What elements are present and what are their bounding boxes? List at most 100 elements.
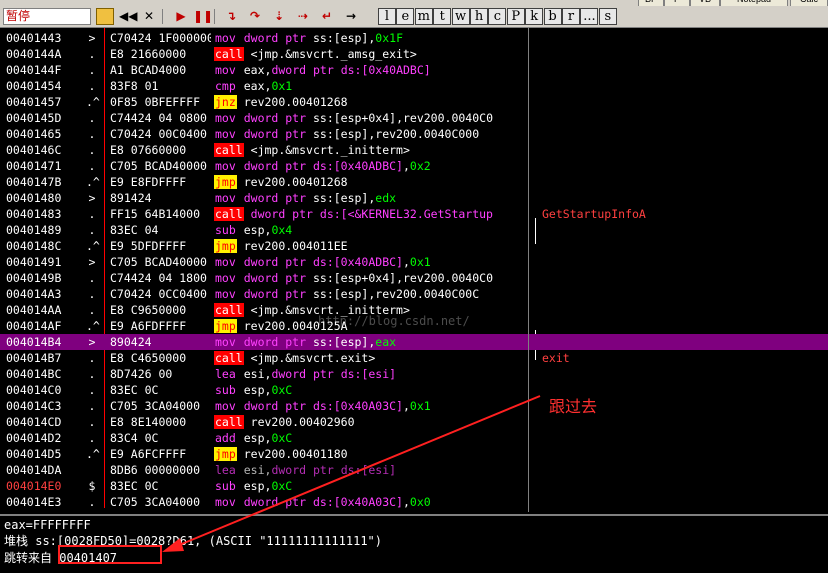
- hex-bytes-cell: C70424 1F000000: [110, 31, 211, 45]
- operand: esp: [243, 479, 265, 493]
- step-into-icon[interactable]: ↴: [222, 8, 240, 25]
- disasm-row[interactable]: 0040144F. A1 BCAD4000 mov eax,dword ptr ds…: [0, 62, 828, 78]
- toolbar-letter-button[interactable]: t: [433, 8, 452, 25]
- execute-till-return-icon[interactable]: ↵: [318, 8, 336, 25]
- operand: dword ptr: [243, 111, 313, 125]
- operand: esp: [243, 431, 265, 445]
- operand: 0xC: [271, 479, 293, 493]
- disassembly-cell: lea esi,dword ptr ds:[esi]: [214, 462, 527, 478]
- toolbar-letter-button[interactable]: s: [598, 8, 617, 25]
- disasm-row[interactable]: 0040149B. C74424 04 1800 mov dword ptr ss:…: [0, 270, 828, 286]
- toolbar-letter-button[interactable]: c: [488, 8, 507, 25]
- disasm-row[interactable]: 004014D5 .^ E9 A6FCFFFF jmp rev200.00401180: [0, 446, 828, 462]
- disasm-row[interactable]: 004014D2. 83C4 0C add esp,0xC: [0, 430, 828, 446]
- address-cell: 004014B4: [6, 335, 62, 349]
- disassembly-cell: jmp rev200.0040125A: [214, 318, 527, 334]
- open-folder-icon[interactable]: [96, 8, 114, 25]
- toolbar-letter-button[interactable]: ...: [580, 8, 599, 25]
- operand: ,rev200.0040C000: [368, 127, 480, 141]
- mnemonic: mov: [215, 191, 236, 205]
- mnemonic: call: [214, 351, 244, 365]
- toolbar-letter-button[interactable]: r: [562, 8, 580, 25]
- disasm-row[interactable]: 004014B7. E8 C4650000 call <jmp.&msvcrt.ex…: [0, 350, 828, 366]
- trace-over-icon[interactable]: ⇢: [294, 8, 312, 25]
- disasm-row[interactable]: 004014E3. C705 3CA04000 mov dword ptr ds:[…: [0, 494, 828, 510]
- rewind-icon[interactable]: ◀◀: [118, 8, 137, 25]
- mnemonic: mov: [215, 127, 236, 141]
- operand: 0x1: [271, 79, 293, 93]
- close-icon[interactable]: ✕: [140, 8, 158, 25]
- operand: dword ptr: [243, 31, 313, 45]
- toolbar-letter-button[interactable]: h: [470, 8, 488, 25]
- column-divider[interactable]: [528, 28, 529, 512]
- disassembly-cell: mov eax,dword ptr ds:[0x40ADBC]: [214, 62, 527, 78]
- disasm-row[interactable]: 004014B4 >890424 mov dword ptr ss:[esp],ea…: [0, 334, 828, 350]
- disasm-row[interactable]: 004014C3. C705 3CA04000 mov dword ptr ds:[…: [0, 398, 828, 414]
- address-cell: 004014C3: [6, 399, 62, 413]
- toolbar-letter-button[interactable]: b: [543, 8, 562, 25]
- disasm-row[interactable]: 00401454. 83F8 01 cmp eax,0x1: [0, 78, 828, 94]
- operand: dword ptr: [243, 399, 313, 413]
- disasm-row[interactable]: 00401480 >891424 mov dword ptr ss:[esp],ed…: [0, 190, 828, 206]
- disasm-row[interactable]: 0040147B .^ E9 E8FDFFFF jmp rev200.00401268: [0, 174, 828, 190]
- hex-bytes-cell: A1 BCAD4000: [110, 63, 187, 77]
- disasm-row[interactable]: 004014BC. 8D7426 00 lea esi,dword ptr ds:[…: [0, 366, 828, 382]
- hex-bytes-cell: E8 C4650000: [110, 351, 187, 365]
- flow-marker: .: [88, 143, 96, 157]
- hex-bytes-cell: 83C4 0C: [110, 431, 159, 445]
- disassembly-cell: call <jmp.&msvcrt._initterm>: [214, 142, 527, 158]
- disasm-row[interactable]: 00401483. FF15 64B14000 call dword ptr ds:…: [0, 206, 828, 222]
- address-cell: 00401483: [6, 207, 62, 221]
- disasm-row[interactable]: 00401457 .^ 0F85 0BFEFFFF jnz rev200.004012…: [0, 94, 828, 110]
- address-cell: 004014CD: [6, 415, 62, 429]
- disasm-row[interactable]: 004014AA. E8 C9650000 call <jmp.&msvcrt._i…: [0, 302, 828, 318]
- disassembly-cell: mov dword ptr ds:[0x40A03C],0x0: [214, 494, 527, 510]
- disasm-row[interactable]: 004014C0. 83EC 0C sub esp,0xC: [0, 382, 828, 398]
- operand: rev200.00401268: [243, 95, 348, 109]
- toolbar-letter-button[interactable]: w: [451, 8, 470, 25]
- address-cell: 004014E0: [6, 479, 62, 493]
- disasm-row[interactable]: 0040144A. E8 21660000 call <jmp.&msvcrt._a…: [0, 46, 828, 62]
- disasm-row[interactable]: 004014DA 8DB6 00000000 lea esi,dword ptr d…: [0, 462, 828, 478]
- disassembly-pane[interactable]: http://blog.csdn.net/ 00401443 > C70424 1F…: [0, 28, 828, 512]
- disasm-row[interactable]: 0040145D. C74424 04 0800 mov dword ptr ss:…: [0, 110, 828, 126]
- toolbar-letter-button[interactable]: k: [525, 8, 544, 25]
- hex-bytes-cell: E8 21660000: [110, 47, 187, 61]
- disasm-row[interactable]: 00401491 > C705 BCAD40000 mov dword ptr ds:…: [0, 254, 828, 270]
- flow-marker: >: [88, 335, 96, 349]
- disassembly-cell: call <jmp.&msvcrt._amsg_exit>: [214, 46, 527, 62]
- operand: ss:[esp]: [312, 287, 369, 301]
- toolbar-letter-button[interactable]: l: [378, 8, 396, 25]
- disasm-row[interactable]: 00401489. 83EC 04 sub esp,0x4: [0, 222, 828, 238]
- disasm-row[interactable]: 00401465. C70424 00C0400 mov dword ptr ss:…: [0, 126, 828, 142]
- disasm-row[interactable]: 004014CD. E8 8E140000 call rev200.00402960: [0, 414, 828, 430]
- trace-into-icon[interactable]: ⇣: [270, 8, 288, 25]
- toolbar-letter-button[interactable]: m: [414, 8, 433, 25]
- run-icon[interactable]: ▶: [172, 8, 190, 25]
- mnemonic: mov: [215, 335, 236, 349]
- disasm-row[interactable]: 004014AF .^ E9 A6FDFFFF jmp rev200.0040125A: [0, 318, 828, 334]
- disasm-row[interactable]: 0040148C .^ E9 5DFDFFFF jmp rev200.004011EE: [0, 238, 828, 254]
- disasm-row[interactable]: 00401471. C705 BCAD40000 mov dword ptr ds:…: [0, 158, 828, 174]
- operand: rev200.0040125A: [243, 319, 348, 333]
- disasm-row[interactable]: 004014E0 $83EC 0C sub esp,0xC: [0, 478, 828, 494]
- pause-icon[interactable]: ❚❚: [192, 8, 213, 25]
- flow-marker: .: [88, 351, 96, 365]
- disasm-row[interactable]: 004014A3. C70424 0CC0400 mov dword ptr ss:…: [0, 286, 828, 302]
- address-cell: 0040149B: [6, 271, 62, 285]
- operand: dword ptr: [271, 367, 341, 381]
- toolbar-letter-button[interactable]: P: [506, 8, 525, 25]
- disassembly-cell: call dword ptr ds:[<&KERNEL32.GetStartup: [214, 206, 527, 222]
- hex-bytes-cell: E9 A6FDFFFF: [110, 319, 187, 333]
- toolbar-letter-button[interactable]: e: [396, 8, 415, 25]
- disasm-row[interactable]: 00401443 > C70424 1F000000 mov dword ptr ss…: [0, 30, 828, 46]
- operand: dword ptr: [243, 271, 313, 285]
- operand: eax: [243, 79, 265, 93]
- operand: <jmp.&msvcrt._amsg_exit>: [250, 47, 417, 61]
- step-over-icon[interactable]: ↷: [246, 8, 264, 25]
- goto-address-icon[interactable]: →: [342, 8, 360, 25]
- operand: ,: [402, 399, 410, 413]
- disasm-row[interactable]: 0040146C. E8 07660000 call <jmp.&msvcrt._i…: [0, 142, 828, 158]
- operand: edx: [375, 191, 397, 205]
- flow-marker: .: [88, 111, 96, 125]
